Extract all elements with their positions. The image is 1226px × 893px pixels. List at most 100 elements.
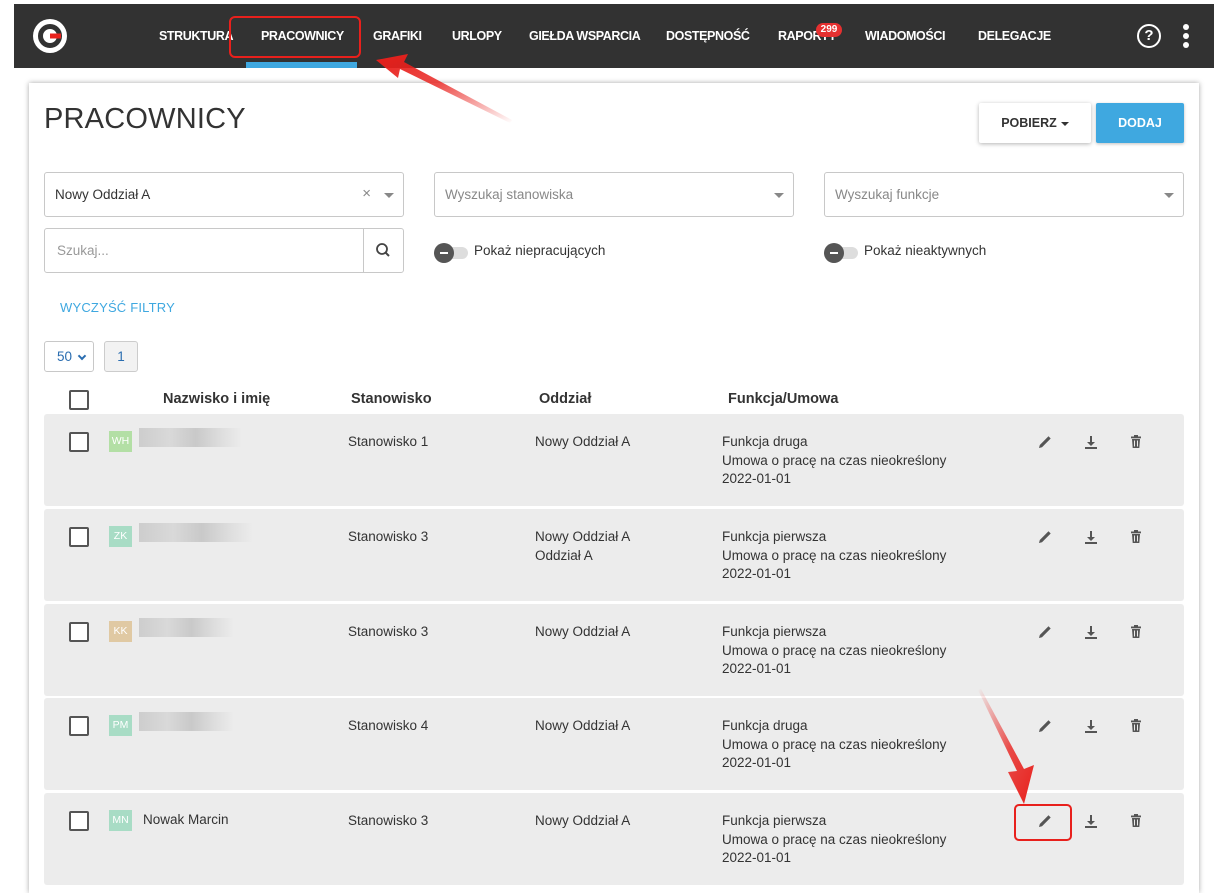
function-select[interactable]: Wyszukaj funkcje xyxy=(824,172,1184,217)
trash-icon[interactable] xyxy=(1127,717,1145,735)
annotation-highlight-edit xyxy=(1014,804,1072,841)
redacted-name xyxy=(139,618,234,637)
position-cell: Stanowisko 3 xyxy=(348,813,429,828)
caret-down-icon xyxy=(1060,121,1069,126)
dropdown-arrow-icon xyxy=(1164,193,1174,198)
pencil-icon[interactable] xyxy=(1036,528,1054,546)
kebab-menu-icon[interactable] xyxy=(1182,24,1190,50)
header-position[interactable]: Stanowisko xyxy=(351,391,432,407)
nav-item-gielda-wsparcia[interactable]: GIEŁDA WSPARCIA xyxy=(529,29,641,43)
nav-item-delegacje[interactable]: DELEGACJE xyxy=(978,29,1051,43)
table-row[interactable]: WH Stanowisko 1 Nowy Oddział A Funkcja drug… xyxy=(44,414,1184,506)
function-line: 2022-01-01 xyxy=(722,661,792,676)
nav-item-urlopy[interactable]: URLOPY xyxy=(452,29,502,43)
page-title: PRACOWNICY xyxy=(44,103,246,135)
download-icon[interactable] xyxy=(1082,717,1100,735)
function-line: Umowa o pracę na czas nieokreślony xyxy=(722,642,947,658)
row-checkbox[interactable] xyxy=(69,622,89,642)
row-checkbox[interactable] xyxy=(69,716,89,736)
function-line: Umowa o pracę na czas nieokreślony xyxy=(722,736,947,752)
clear-filters-link[interactable]: WYCZYŚĆ FILTRY xyxy=(60,300,175,315)
function-line: Funkcja pierwsza xyxy=(722,813,827,828)
download-icon[interactable] xyxy=(1082,433,1100,451)
nav-item-wiadomosci[interactable]: WIADOMOŚCI xyxy=(865,29,945,43)
function-cell: Funkcja pierwsza Umowa o pracę na czas ni… xyxy=(722,623,946,679)
pencil-icon[interactable] xyxy=(1036,433,1054,451)
trash-icon[interactable] xyxy=(1127,433,1145,451)
header-function[interactable]: Funkcja/Umowa xyxy=(728,391,838,407)
pencil-icon[interactable] xyxy=(1036,717,1054,735)
function-select-placeholder: Wyszukaj funkcje xyxy=(835,187,940,202)
function-line: 2022-01-01 xyxy=(722,566,792,581)
add-button[interactable]: DODAJ xyxy=(1096,103,1184,143)
header-name[interactable]: Nazwisko i imię xyxy=(163,391,270,407)
branch-cell: Nowy Oddział A xyxy=(535,812,630,831)
dropdown-arrow-icon xyxy=(774,193,784,198)
function-cell: Funkcja pierwsza Umowa o pracę na czas ni… xyxy=(722,528,946,584)
row-checkbox[interactable] xyxy=(69,432,89,452)
avatar: WH xyxy=(109,431,132,452)
show-inactive-toggle[interactable] xyxy=(824,243,860,263)
trash-icon[interactable] xyxy=(1127,623,1145,641)
function-line: Umowa o pracę na czas nieokreślony xyxy=(722,547,947,563)
branch-select[interactable]: Nowy Oddział A × xyxy=(44,172,404,217)
branch-line: Nowy Oddział A xyxy=(535,529,631,544)
employee-name[interactable]: Nowak Marcin xyxy=(143,812,229,827)
branch-cell: Nowy Oddział A xyxy=(535,717,630,736)
chevron-down-icon xyxy=(77,351,87,361)
branch-line: Nowy Oddział A xyxy=(535,718,631,733)
search-input[interactable] xyxy=(45,229,365,272)
active-tab-indicator xyxy=(246,62,357,68)
header-branch[interactable]: Oddział xyxy=(539,391,591,407)
branch-line: Oddział A xyxy=(535,547,593,563)
help-circle-icon[interactable]: ? xyxy=(1137,24,1161,48)
function-line: 2022-01-01 xyxy=(722,471,792,486)
page-button[interactable]: 1 xyxy=(104,341,138,372)
position-cell: Stanowisko 4 xyxy=(348,718,429,733)
app-logo-icon[interactable] xyxy=(32,18,68,54)
clear-icon[interactable]: × xyxy=(362,185,371,202)
function-line: 2022-01-01 xyxy=(722,755,792,770)
show-not-working-label: Pokaż niepracujących xyxy=(474,243,606,258)
nav-item-dostepnosc[interactable]: DOSTĘPNOŚĆ xyxy=(666,29,750,43)
branch-line: Nowy Oddział A xyxy=(535,624,631,639)
table-row[interactable]: KK Stanowisko 3 Nowy Oddział A Funkcja pier… xyxy=(44,604,1184,696)
table-row[interactable]: ZK Stanowisko 3 Nowy Oddział A Oddział A Fun… xyxy=(44,509,1184,601)
table-row[interactable]: PM Stanowisko 4 Nowy Oddział A Funkcja drug… xyxy=(44,698,1184,790)
per-page-value: 50 xyxy=(57,349,73,364)
row-checkbox[interactable] xyxy=(69,527,89,547)
function-cell: Funkcja pierwsza Umowa o pracę na czas ni… xyxy=(722,812,946,868)
pencil-icon[interactable] xyxy=(1036,623,1054,641)
branch-line: Nowy Oddział A xyxy=(535,813,631,828)
download-icon[interactable] xyxy=(1082,528,1100,546)
redacted-name xyxy=(139,712,234,731)
download-icon[interactable] xyxy=(1082,812,1100,830)
show-inactive-label: Pokaż nieaktywnych xyxy=(864,243,987,258)
search-button[interactable] xyxy=(363,229,403,272)
avatar: KK xyxy=(109,621,132,642)
function-line: Umowa o pracę na czas nieokreślony xyxy=(722,452,947,468)
trash-icon[interactable] xyxy=(1127,528,1145,546)
table-row[interactable]: MN Nowak Marcin Stanowisko 3 Nowy Oddział A… xyxy=(44,793,1184,885)
nav-item-grafiki[interactable]: GRAFIKI xyxy=(373,29,422,43)
function-line: Funkcja pierwsza xyxy=(722,529,827,544)
branch-line: Nowy Oddział A xyxy=(535,434,631,449)
reports-count-badge: 299 xyxy=(816,23,842,37)
download-button[interactable]: POBIERZ xyxy=(979,103,1091,143)
annotation-highlight-nav xyxy=(229,16,361,58)
trash-icon[interactable] xyxy=(1127,812,1145,830)
nav-item-struktura[interactable]: STRUKTURA xyxy=(159,29,234,43)
download-icon[interactable] xyxy=(1082,623,1100,641)
position-select-placeholder: Wyszukaj stanowiska xyxy=(445,187,574,202)
branch-select-value: Nowy Oddział A xyxy=(55,187,151,202)
position-select[interactable]: Wyszukaj stanowiska xyxy=(434,172,794,217)
function-line: Umowa o pracę na czas nieokreślony xyxy=(722,831,947,847)
select-all-checkbox[interactable] xyxy=(69,390,89,410)
per-page-select[interactable]: 50 xyxy=(44,341,94,372)
row-checkbox[interactable] xyxy=(69,811,89,831)
show-not-working-toggle[interactable] xyxy=(434,243,470,263)
function-line: 2022-01-01 xyxy=(722,850,792,865)
function-cell: Funkcja druga Umowa o pracę na czas nieok… xyxy=(722,717,946,773)
search-icon xyxy=(376,243,390,257)
branch-cell: Nowy Oddział A Oddział A xyxy=(535,528,630,565)
